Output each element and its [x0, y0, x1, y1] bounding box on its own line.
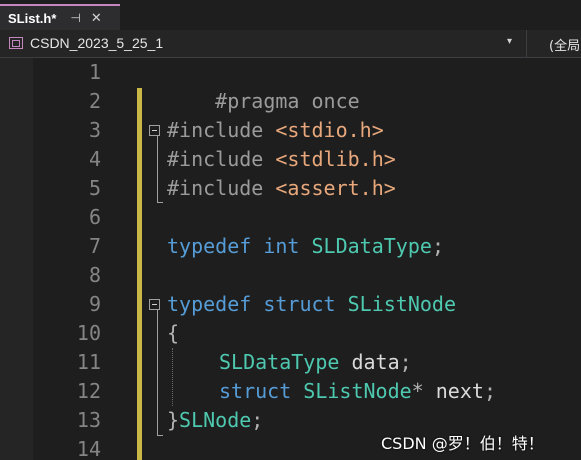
indicator-margin: [0, 58, 33, 460]
code-line[interactable]: #include <stdio.h>: [167, 116, 384, 145]
line-number: 2: [88, 89, 101, 113]
line-number: 6: [88, 205, 101, 229]
line-number: 13: [76, 408, 101, 432]
code-line[interactable]: SLDataType data;: [167, 348, 412, 377]
code-editor[interactable]: 1 2 3 4 5 6 7 8 9 10 11 12 13 14 #pragma…: [0, 58, 581, 460]
navigation-bar: CSDN_2023_5_25_1 ▾ (全局: [0, 30, 581, 58]
fold-end: [157, 202, 163, 203]
code-line[interactable]: }SLNode;: [167, 406, 263, 435]
code-line[interactable]: #include <assert.h>: [167, 174, 396, 203]
project-icon: [9, 37, 23, 49]
line-number: 14: [76, 437, 101, 460]
code-line[interactable]: #include <stdlib.h>: [167, 145, 396, 174]
line-number: 3: [88, 118, 101, 142]
line-number: 1: [88, 60, 101, 84]
line-number: 9: [88, 292, 101, 316]
tab-slist-h[interactable]: SList.h* ⊣ ✕: [0, 4, 120, 30]
code-line[interactable]: struct SListNode* next;: [167, 377, 496, 406]
watermark: CSDN @罗！伯！特！: [381, 434, 544, 453]
line-number: 10: [76, 321, 101, 345]
line-number: 12: [76, 379, 101, 403]
close-icon[interactable]: ✕: [91, 11, 102, 26]
code-line[interactable]: typedef int SLDataType;: [167, 232, 444, 261]
tab-strip: SList.h* ⊣ ✕: [0, 0, 581, 30]
line-number: 5: [88, 176, 101, 200]
line-number: 8: [88, 263, 101, 287]
fold-line: [157, 310, 158, 435]
pin-icon[interactable]: ⊣: [70, 11, 80, 25]
code-line[interactable]: typedef struct SListNode: [167, 290, 456, 319]
tab-title: SList.h*: [8, 10, 57, 26]
chevron-down-icon[interactable]: ▾: [507, 36, 512, 47]
code-line[interactable]: #pragma once: [167, 58, 360, 113]
collapse-icon[interactable]: [149, 125, 160, 136]
line-number: 7: [88, 234, 101, 258]
line-number: 4: [88, 147, 101, 171]
line-number: 11: [76, 350, 101, 374]
fold-end: [157, 435, 163, 436]
collapse-icon[interactable]: [149, 299, 160, 310]
scope-dropdown[interactable]: (全局: [549, 35, 580, 54]
fold-line: [157, 136, 158, 202]
navbar-divider: [526, 30, 527, 57]
code-line[interactable]: {: [167, 319, 179, 348]
change-tracking-bar: [137, 88, 142, 460]
project-dropdown[interactable]: CSDN_2023_5_25_1: [30, 35, 163, 51]
